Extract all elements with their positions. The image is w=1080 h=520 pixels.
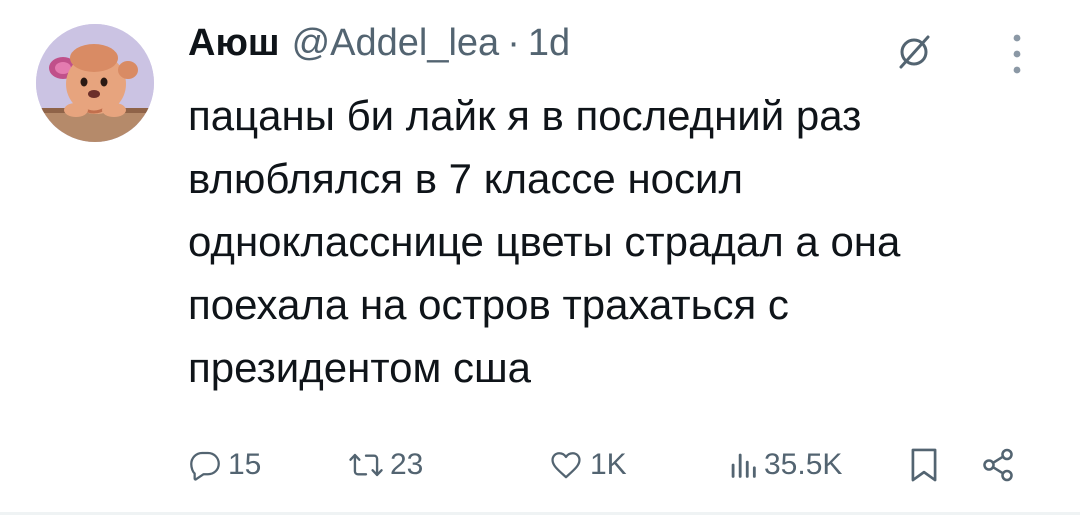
timestamp[interactable]: 1d — [528, 22, 570, 65]
reply-button[interactable]: 15 — [188, 440, 261, 490]
cartoon-avatar-icon — [36, 24, 154, 142]
author-handle[interactable]: @Addel_lea — [292, 22, 500, 65]
tweet: Аюш @Addel_lea · 1d пацаны би лайк я в п… — [0, 0, 1080, 520]
tweet-actions: 15 23 1K 35.5K — [188, 440, 1028, 490]
views-icon — [731, 453, 756, 478]
views-button[interactable]: 35.5K — [728, 440, 842, 490]
tweet-text: пацаны би лайк я в последний раз влюблял… — [188, 92, 901, 391]
avatar[interactable] — [36, 24, 154, 142]
bookmark-button[interactable] — [908, 440, 940, 490]
grok-icon[interactable] — [896, 34, 932, 70]
like-button[interactable]: 1K — [548, 440, 627, 490]
divider — [0, 512, 1080, 515]
tweet-header: Аюш @Addel_lea · 1d — [188, 22, 570, 70]
retweet-count: 23 — [390, 448, 424, 481]
share-icon — [983, 448, 1013, 482]
retweet-icon — [349, 453, 383, 477]
like-count: 1K — [590, 448, 627, 481]
retweet-button[interactable]: 23 — [348, 440, 423, 490]
more-vertical-icon[interactable] — [1010, 32, 1024, 76]
separator-dot: · — [507, 22, 520, 64]
author-display-name[interactable]: Аюш — [188, 22, 280, 65]
bookmark-icon — [911, 448, 937, 482]
heart-icon — [551, 452, 581, 479]
reply-icon — [190, 451, 220, 481]
share-button[interactable] — [980, 440, 1016, 490]
reply-count: 15 — [228, 448, 262, 481]
views-count: 35.5K — [764, 448, 843, 481]
